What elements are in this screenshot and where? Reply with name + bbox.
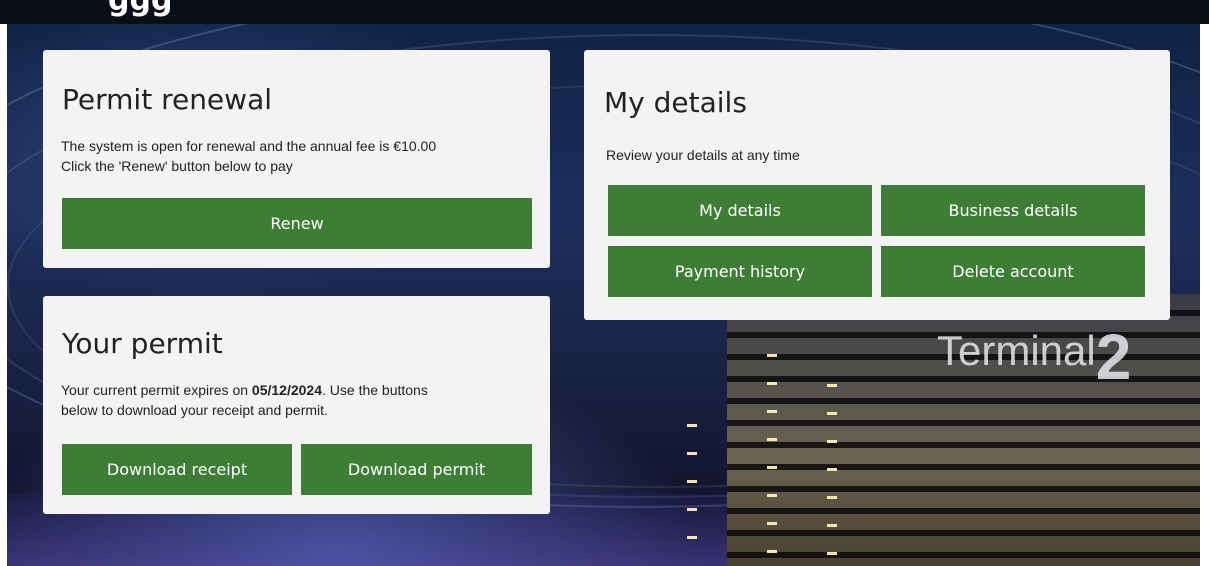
permit-expiry-text: Your current permit expires on 05/12/202… [61,380,428,400]
my-details-subtitle: Review your details at any time [606,147,800,163]
delete-account-button[interactable]: Delete account [881,246,1145,297]
my-details-button[interactable]: My details [608,185,872,236]
permit-renewal-title: Permit renewal [62,83,272,116]
my-details-title: My details [604,86,747,119]
renew-button[interactable]: Renew [62,198,532,249]
permit-download-instruction: below to download your receipt and permi… [61,402,328,418]
runway-lights [767,354,777,554]
permit-renewal-instruction: Click the 'Renew' button below to pay [61,158,293,174]
runway-lights [687,424,697,554]
top-banner: ggg [0,0,1209,24]
your-permit-card: Your permit Your current permit expires … [43,296,550,514]
permit-renewal-card: Permit renewal The system is open for re… [43,50,550,268]
permit-expiry-suffix: . Use the buttons [322,382,428,398]
payment-history-button[interactable]: Payment history [608,246,872,297]
permit-expiry-prefix: Your current permit expires on [61,382,252,398]
terminal-sign: Terminal2 [937,325,1131,389]
your-permit-title: Your permit [62,327,223,360]
download-permit-button[interactable]: Download permit [301,444,532,495]
top-banner-text: ggg [108,0,173,18]
permit-expiry-date: 05/12/2024 [251,382,322,398]
permit-renewal-fee-text: The system is open for renewal and the a… [61,138,437,154]
terminal-sign-number: 2 [1095,321,1132,393]
runway-lights [827,384,837,566]
my-details-card: My details Review your details at any ti… [584,50,1170,320]
terminal-sign-text: Terminal [937,327,1096,374]
business-details-button[interactable]: Business details [881,185,1145,236]
download-receipt-button[interactable]: Download receipt [62,444,292,495]
